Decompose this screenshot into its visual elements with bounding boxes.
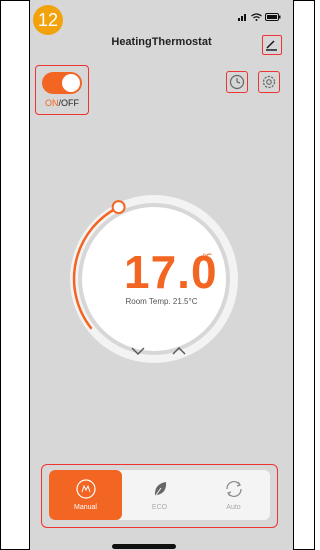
wifi-icon	[251, 13, 262, 21]
mode-label: Auto	[226, 504, 241, 511]
chevron-up-icon	[172, 347, 186, 355]
leaf-icon	[153, 482, 167, 499]
decrease-button[interactable]	[130, 345, 146, 357]
mode-label: ECO	[151, 504, 168, 511]
status-bar	[238, 13, 281, 21]
page-title: HeatingThermostat	[111, 36, 212, 48]
mode-label: Manual	[74, 504, 97, 511]
clock-icon	[229, 74, 245, 90]
schedule-button[interactable]	[226, 71, 248, 93]
edit-icon	[266, 40, 277, 51]
step-badge: 12	[33, 5, 63, 35]
hand-icon	[76, 479, 96, 499]
chevron-down-icon	[131, 347, 145, 355]
power-toggle[interactable]	[42, 72, 82, 94]
dial-handle[interactable]	[111, 200, 126, 215]
power-label: ON/OFF	[44, 98, 79, 108]
gear-icon	[262, 75, 276, 89]
auto-cycle-icon	[226, 481, 242, 497]
mode-selector: Manual ECO Auto	[49, 470, 270, 520]
increase-button[interactable]	[171, 345, 187, 357]
temperature-unit: ℃	[202, 252, 213, 262]
room-temperature: Room Temp. 21.5°C	[125, 297, 198, 306]
mode-manual[interactable]: Manual	[49, 470, 122, 520]
home-indicator	[112, 544, 176, 549]
edit-button[interactable]	[262, 35, 282, 55]
mode-eco[interactable]: ECO	[123, 470, 196, 520]
toggle-knob	[62, 74, 80, 92]
settings-button[interactable]	[258, 71, 280, 93]
mode-auto[interactable]: Auto	[197, 470, 270, 520]
battery-icon	[265, 13, 281, 21]
power-toggle-annotation: ON/OFF	[35, 65, 89, 115]
frame-divider-right	[293, 0, 294, 550]
signal-icon	[238, 14, 246, 21]
